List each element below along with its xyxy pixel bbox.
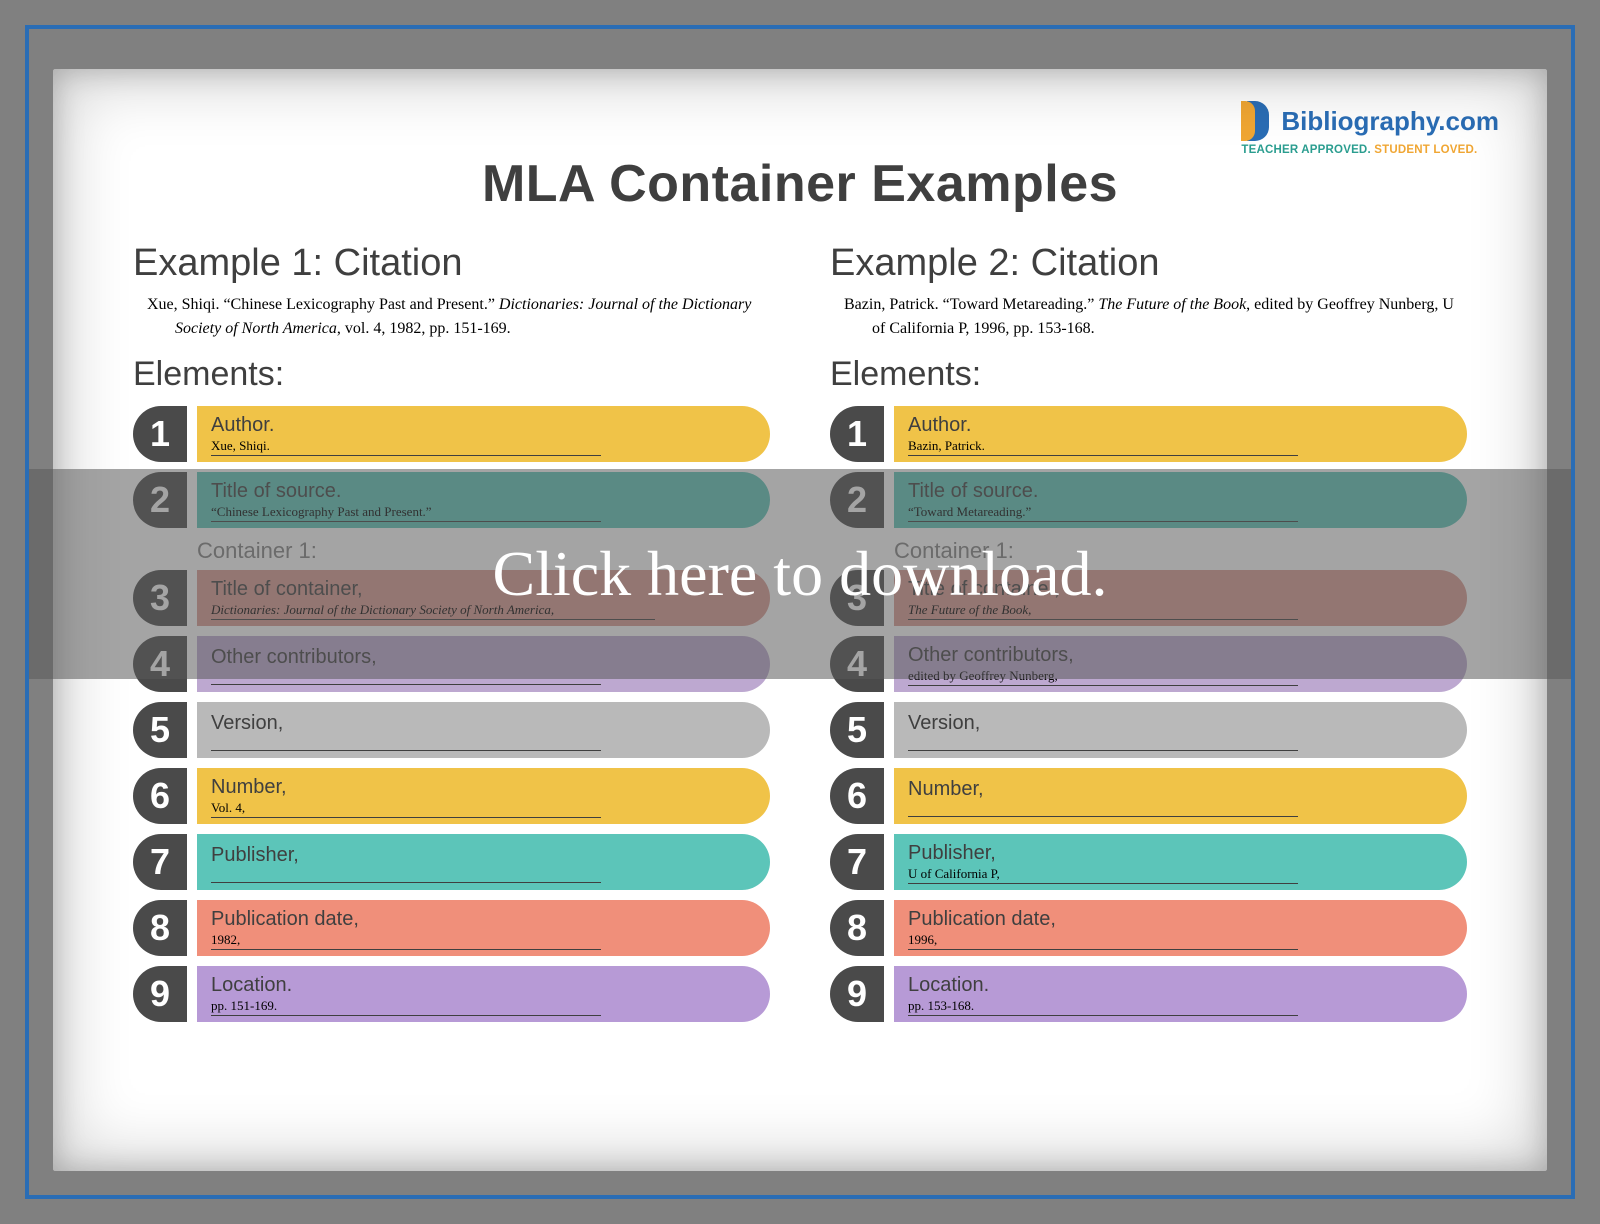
element-row-location: 9 Location. pp. 153-168. xyxy=(830,966,1467,1022)
example-1-heading: Example 1: Citation xyxy=(133,242,770,285)
brand-block: Bibliography.com TEACHER APPROVED. STUDE… xyxy=(1241,101,1499,157)
element-number: 7 xyxy=(133,834,187,890)
element-pill: Version, xyxy=(197,702,770,758)
element-row-author: 1 Author. Xue, Shiqi. xyxy=(133,406,770,462)
element-value: pp. 153-168. xyxy=(908,998,1298,1016)
download-overlay[interactable]: Click here to download. xyxy=(29,469,1571,679)
element-label: Author. xyxy=(908,414,1449,437)
element-pill: Author. Xue, Shiqi. xyxy=(197,406,770,462)
element-number: 6 xyxy=(133,768,187,824)
element-value xyxy=(908,736,1298,751)
example-2-heading: Example 2: Citation xyxy=(830,242,1467,285)
element-label: Author. xyxy=(211,414,752,437)
brand-name: Bibliography.com xyxy=(1281,108,1499,134)
element-number: 1 xyxy=(133,406,187,462)
element-pill: Publication date, 1982, xyxy=(197,900,770,956)
brand-logo-icon xyxy=(1241,101,1273,141)
element-number: 6 xyxy=(830,768,884,824)
element-row-number: 6 Number, Vol. 4, xyxy=(133,768,770,824)
element-value xyxy=(211,868,601,883)
brand-tagline: TEACHER APPROVED. STUDENT LOVED. xyxy=(1241,145,1499,157)
element-number: 5 xyxy=(830,702,884,758)
element-row-version: 5 Version, xyxy=(830,702,1467,758)
element-label: Publisher, xyxy=(211,844,752,867)
page-title: MLA Container Examples xyxy=(133,154,1467,214)
element-value: U of California P, xyxy=(908,866,1298,884)
element-row-publisher: 7 Publisher, xyxy=(133,834,770,890)
element-number: 9 xyxy=(830,966,884,1022)
element-value xyxy=(211,736,601,751)
element-row-author: 1 Author. Bazin, Patrick. xyxy=(830,406,1467,462)
element-pill: Publisher, xyxy=(197,834,770,890)
element-row-publisher: 7 Publisher, U of California P, xyxy=(830,834,1467,890)
element-value: 1982, xyxy=(211,932,601,950)
element-label: Location. xyxy=(908,974,1449,997)
element-row-pub-date: 8 Publication date, 1982, xyxy=(133,900,770,956)
example-2-citation: Bazin, Patrick. “Toward Metareading.” Th… xyxy=(830,293,1467,341)
element-pill: Number, xyxy=(894,768,1467,824)
element-label: Location. xyxy=(211,974,752,997)
elements-heading-2: Elements: xyxy=(830,355,1467,394)
download-overlay-text: Click here to download. xyxy=(493,537,1108,611)
element-pill: Publication date, 1996, xyxy=(894,900,1467,956)
element-pill: Version, xyxy=(894,702,1467,758)
element-value: Xue, Shiqi. xyxy=(211,438,601,456)
elements-heading-1: Elements: xyxy=(133,355,770,394)
element-row-version: 5 Version, xyxy=(133,702,770,758)
element-value: Vol. 4, xyxy=(211,800,601,818)
element-value: Bazin, Patrick. xyxy=(908,438,1298,456)
element-label: Number, xyxy=(908,778,1449,801)
element-number: 8 xyxy=(133,900,187,956)
outer-frame: Bibliography.com TEACHER APPROVED. STUDE… xyxy=(25,25,1575,1199)
element-number: 1 xyxy=(830,406,884,462)
element-value: 1996, xyxy=(908,932,1298,950)
element-label: Publication date, xyxy=(908,908,1449,931)
element-number: 7 xyxy=(830,834,884,890)
element-number: 9 xyxy=(133,966,187,1022)
element-pill: Number, Vol. 4, xyxy=(197,768,770,824)
element-label: Version, xyxy=(211,712,752,735)
element-row-location: 9 Location. pp. 151-169. xyxy=(133,966,770,1022)
element-label: Publisher, xyxy=(908,842,1449,865)
element-pill: Author. Bazin, Patrick. xyxy=(894,406,1467,462)
element-number: 8 xyxy=(830,900,884,956)
element-number: 5 xyxy=(133,702,187,758)
element-value: pp. 151-169. xyxy=(211,998,601,1016)
element-label: Publication date, xyxy=(211,908,752,931)
element-row-pub-date: 8 Publication date, 1996, xyxy=(830,900,1467,956)
element-row-number: 6 Number, xyxy=(830,768,1467,824)
element-pill: Location. pp. 151-169. xyxy=(197,966,770,1022)
element-pill: Location. pp. 153-168. xyxy=(894,966,1467,1022)
element-pill: Publisher, U of California P, xyxy=(894,834,1467,890)
example-1-citation: Xue, Shiqi. “Chinese Lexicography Past a… xyxy=(133,293,770,341)
element-label: Version, xyxy=(908,712,1449,735)
element-label: Number, xyxy=(211,776,752,799)
element-value xyxy=(908,802,1298,817)
